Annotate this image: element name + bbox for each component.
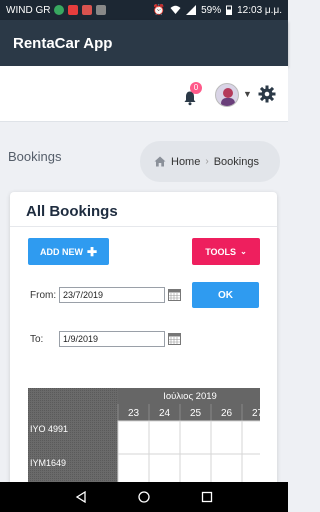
booking-cell[interactable] [210, 420, 243, 455]
bookings-card: All Bookings ADD NEW ✚ TOOLS ⌄ From: OK … [10, 192, 277, 512]
vehicle-plate: IYO 4991 [30, 424, 68, 434]
vehicle-plate: IYM1649 [30, 458, 66, 468]
app-bar: RentaCar App [0, 20, 288, 66]
image-icon [96, 5, 107, 15]
carrier-name: WIND GR [6, 4, 51, 16]
day-label: 25 [190, 408, 202, 419]
ok-label: OK [218, 289, 233, 301]
chevron-right-icon: › [205, 156, 209, 167]
chevron-down-icon[interactable]: ▼ [243, 89, 252, 99]
ok-button[interactable]: OK [192, 282, 259, 308]
signal-icon [186, 5, 197, 15]
card-title: All Bookings [26, 203, 118, 220]
day-label: 26 [221, 408, 233, 419]
plus-icon: ✚ [86, 244, 98, 259]
to-date-input[interactable] [59, 331, 165, 347]
day-label: 24 [159, 408, 171, 419]
app-title: RentaCar App [13, 34, 113, 52]
battery-icon [226, 5, 233, 15]
recent-apps-icon[interactable] [201, 491, 213, 503]
battery-level: 59% [201, 4, 222, 16]
page-title: Bookings [8, 149, 62, 164]
booking-cell[interactable] [241, 420, 260, 455]
breadcrumb: Home › Bookings [140, 141, 280, 182]
back-icon[interactable] [75, 491, 87, 503]
mail-icon [82, 5, 93, 15]
calendar-icon[interactable] [168, 289, 181, 301]
wifi-icon [170, 5, 181, 14]
whatsapp-icon [54, 5, 65, 15]
booking-cell[interactable] [179, 420, 212, 455]
android-nav-bar [0, 482, 288, 512]
scheduler-corner [28, 388, 118, 421]
tools-button[interactable]: TOOLS ⌄ [192, 238, 260, 265]
booking-cell[interactable] [148, 420, 181, 455]
calendar-icon[interactable] [168, 333, 181, 345]
from-date-input[interactable] [59, 287, 165, 303]
home-icon [154, 156, 166, 167]
gear-icon[interactable] [258, 85, 276, 103]
add-new-button[interactable]: ADD NEW ✚ [28, 238, 109, 265]
from-label: From: [30, 290, 57, 301]
breadcrumb-home-link[interactable]: Home [171, 156, 200, 168]
day-label: 23 [128, 408, 140, 419]
alarm-icon: ⏰ [152, 4, 166, 16]
to-label: To: [30, 334, 44, 345]
home-circle-icon[interactable] [138, 491, 150, 503]
card-divider [10, 226, 277, 227]
booking-cell[interactable] [117, 420, 150, 455]
avatar[interactable] [215, 83, 239, 107]
add-new-label: ADD NEW [39, 246, 83, 257]
month-label: Ιούλιος 2019 [163, 391, 217, 402]
notification-icon [68, 5, 79, 15]
breadcrumb-current: Bookings [213, 155, 259, 168]
status-bar: WIND GR ⏰ 59% 12:03 μ.μ. [0, 0, 288, 20]
chevron-down-icon: ⌄ [240, 247, 247, 256]
day-label: 27 [252, 408, 260, 419]
tools-label: TOOLS [205, 246, 237, 257]
clock: 12:03 μ.μ. [237, 4, 282, 16]
notification-badge: 0 [190, 82, 202, 94]
